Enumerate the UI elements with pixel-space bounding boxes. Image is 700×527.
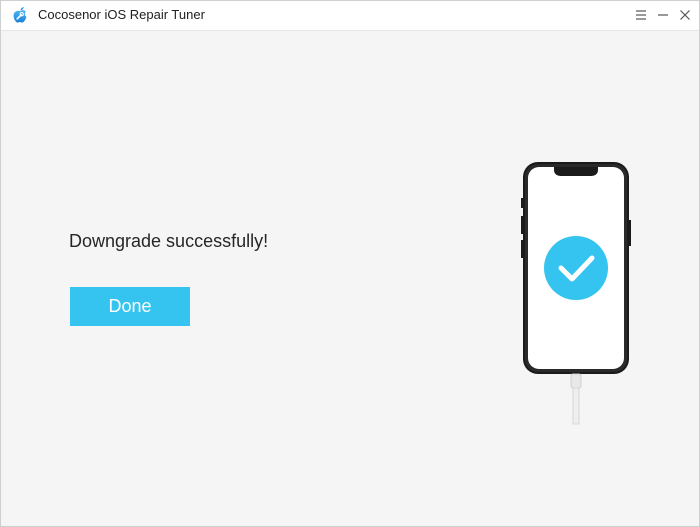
phone-checkmark-icon (520, 160, 632, 426)
done-button[interactable]: Done (70, 287, 190, 326)
close-icon[interactable] (676, 6, 694, 24)
title-bar[interactable]: Cocosenor iOS Repair Tuner (1, 1, 699, 31)
app-window: Cocosenor iOS Repair Tuner Downgrade suc… (0, 0, 700, 527)
app-logo-icon (9, 5, 31, 27)
main-content: Downgrade successfully! Done (1, 31, 699, 526)
minimize-icon[interactable] (654, 6, 672, 24)
status-message: Downgrade successfully! (69, 231, 269, 251)
menu-icon[interactable] (632, 6, 650, 24)
app-title: Cocosenor iOS Repair Tuner (38, 7, 205, 22)
